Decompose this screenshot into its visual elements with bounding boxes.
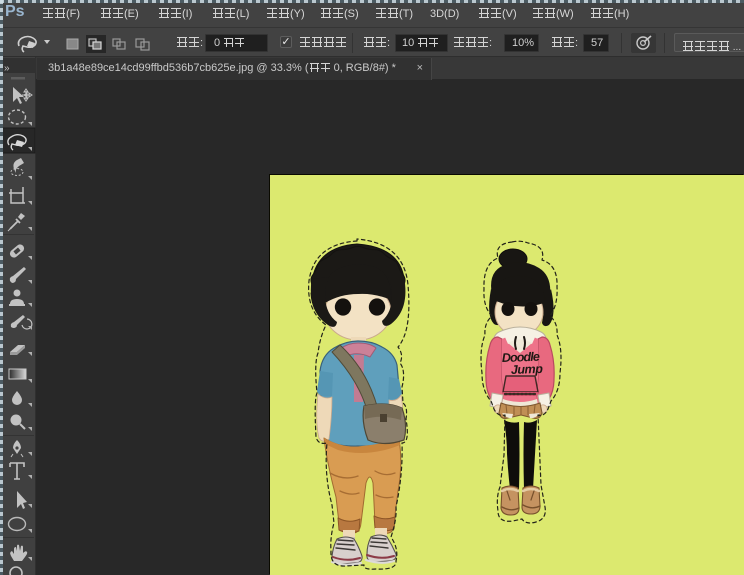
- svg-text:Jump: Jump: [511, 362, 544, 377]
